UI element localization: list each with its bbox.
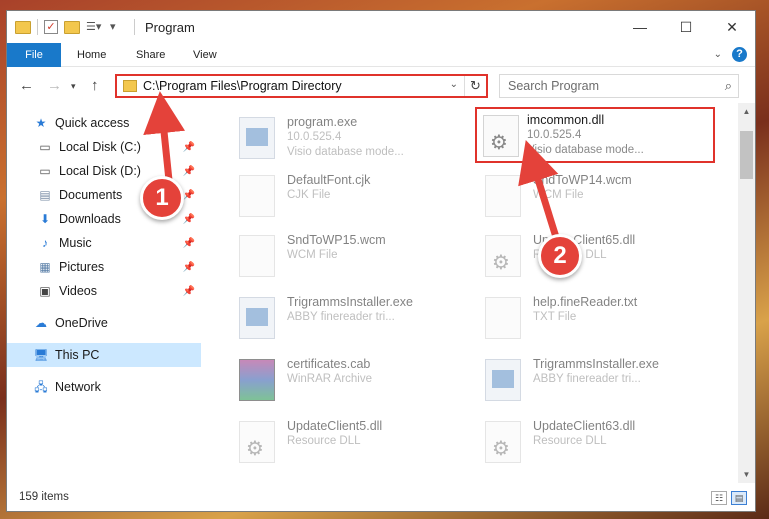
download-icon: ⬇ [39, 212, 51, 226]
ribbon-controls: ⌄ ? [714, 47, 747, 62]
pin-icon[interactable]: 📌 [183, 190, 195, 201]
properties-check-icon[interactable]: ✓ [44, 20, 58, 34]
scroll-up-icon[interactable]: ▲ [738, 103, 755, 120]
dll-file-icon [483, 115, 519, 157]
toolbar-divider [134, 19, 135, 35]
file-item[interactable]: TrigrammsInstaller.exe ABBY finereader t… [215, 291, 455, 347]
address-path[interactable]: C:\Program Files\Program Directory [143, 79, 342, 93]
videos-icon: ▣ [39, 284, 51, 298]
search-input[interactable]: Search Program ⌕ [499, 74, 739, 98]
file-list: program.exe 10.0.525.4 Visio database mo… [207, 103, 737, 483]
help-icon[interactable]: ? [732, 47, 747, 62]
close-button[interactable]: ✕ [709, 11, 755, 43]
drive-icon: ▭ [39, 140, 51, 154]
tab-file[interactable]: File [7, 43, 61, 67]
maximize-button[interactable]: ☐ [663, 11, 709, 43]
minimize-button[interactable]: — [617, 11, 663, 43]
sidebar-item-videos[interactable]: ▣ Videos 📌 [7, 279, 201, 303]
exe-file-icon [239, 117, 275, 159]
file-item[interactable]: UpdateClient5.dll Resource DLL [215, 415, 455, 471]
file-item[interactable]: DefaultFont.cjk CJK File [215, 169, 455, 225]
network-icon: 🖧 [34, 380, 48, 394]
item-count: 159 items [19, 491, 69, 503]
file-item[interactable]: UpdateClient63.dll Resource DLL [461, 415, 701, 471]
vertical-scrollbar[interactable]: ▲ ▼ [738, 103, 755, 483]
title-bar: ✓ ☰▾ ▾ Program — ☐ ✕ [7, 11, 755, 43]
file-item[interactable]: certificates.cab WinRAR Archive [215, 353, 455, 409]
tiles-view-icon[interactable]: ▤ [731, 491, 747, 505]
new-folder-icon[interactable] [64, 20, 80, 34]
file-item[interactable]: program.exe 10.0.525.4 Visio database mo… [215, 111, 455, 167]
navigation-bar: ← → ▾ ↑ C:\Program Files\Program Directo… [7, 67, 755, 103]
expand-ribbon-icon[interactable]: ⌄ [714, 49, 722, 60]
cloud-icon: ☁ [35, 316, 47, 330]
navigation-pane: ★ Quick access ▭ Local Disk (C:) 📌 ▭ Loc… [7, 103, 201, 483]
exe-file-icon [485, 359, 521, 401]
sidebar-item-onedrive[interactable]: ☁ OneDrive [7, 311, 201, 335]
step-1-callout: 1 [140, 176, 184, 220]
dll-file-icon [485, 235, 521, 277]
file-item[interactable]: SndToWP15.wcm WCM File [215, 229, 455, 285]
pin-icon[interactable]: 📌 [183, 262, 195, 273]
file-icon [239, 235, 275, 277]
archive-icon [239, 359, 275, 401]
pin-icon[interactable]: 📌 [183, 286, 195, 297]
view-toggle: ☷ ▤ [711, 491, 747, 505]
documents-icon: ▤ [39, 188, 51, 202]
window-title: Program [145, 20, 195, 35]
chevron-down-icon[interactable]: ▾ [110, 20, 128, 34]
sidebar-item-local-disk-c[interactable]: ▭ Local Disk (C:) 📌 [7, 135, 201, 159]
dll-file-icon [485, 421, 521, 463]
computer-icon: 🖥 [33, 348, 49, 362]
sidebar-item-network[interactable]: 🖧 Network [7, 375, 201, 399]
text-file-icon [485, 297, 521, 339]
forward-arrow-icon[interactable]: → [47, 77, 62, 94]
pin-icon[interactable]: 📌 [183, 142, 195, 153]
recent-locations-icon[interactable]: ▾ [71, 81, 76, 92]
up-arrow-icon[interactable]: ↑ [91, 77, 99, 94]
address-dropdown-icon[interactable]: ⌄ [450, 79, 458, 90]
star-icon: ★ [35, 116, 47, 130]
explorer-window: ✓ ☰▾ ▾ Program — ☐ ✕ File Home Share Vie… [6, 10, 756, 512]
pin-icon[interactable]: 📌 [183, 214, 195, 225]
dll-file-icon [239, 421, 275, 463]
quick-access-toolbar: ✓ ☰▾ ▾ [15, 19, 135, 35]
pin-icon[interactable]: 📌 [183, 166, 195, 177]
file-item[interactable]: help.fineReader.txt TXT File [461, 291, 701, 347]
scrollbar-thumb[interactable] [740, 131, 753, 179]
file-item[interactable]: SndToWP14.wcm WCM File [461, 169, 701, 225]
refresh-icon[interactable]: ↻ [464, 76, 486, 96]
scroll-down-icon[interactable]: ▼ [738, 466, 755, 483]
exe-file-icon [239, 297, 275, 339]
pin-icon[interactable]: 📌 [183, 238, 195, 249]
customize-toolbar-icon[interactable]: ☰▾ [86, 20, 104, 34]
file-icon [239, 175, 275, 217]
tab-share[interactable]: Share [136, 43, 165, 67]
folder-icon [15, 20, 31, 34]
sidebar-item-music[interactable]: ♪ Music 📌 [7, 231, 201, 255]
drive-icon: ▭ [39, 164, 51, 178]
sidebar-item-this-pc[interactable]: 🖥 This PC [7, 343, 201, 367]
address-bar[interactable]: C:\Program Files\Program Directory ⌄ ↻ [115, 74, 488, 98]
status-bar: 159 items ☷ ▤ [7, 485, 755, 511]
file-icon [485, 175, 521, 217]
ribbon-tabs: File Home Share View ⌄ ? [7, 43, 755, 67]
folder-icon [123, 80, 137, 92]
window-controls: — ☐ ✕ [617, 11, 755, 43]
tab-view[interactable]: View [193, 43, 217, 67]
search-placeholder: Search Program [508, 79, 600, 93]
toolbar-divider [37, 19, 38, 35]
file-item-imcommon-dll[interactable]: imcommon.dll 10.0.525.4 Visio database m… [475, 107, 715, 163]
details-view-icon[interactable]: ☷ [711, 491, 727, 505]
sidebar-item-quick-access[interactable]: ★ Quick access [7, 111, 201, 135]
tab-home[interactable]: Home [77, 43, 106, 67]
music-icon: ♪ [42, 236, 48, 250]
back-arrow-icon[interactable]: ← [19, 77, 34, 94]
sidebar-item-pictures[interactable]: ▦ Pictures 📌 [7, 255, 201, 279]
file-item[interactable]: TrigrammsInstaller.exe ABBY finereader t… [461, 353, 701, 409]
search-icon[interactable]: ⌕ [725, 78, 732, 94]
step-2-callout: 2 [538, 234, 582, 278]
pictures-icon: ▦ [39, 260, 51, 274]
